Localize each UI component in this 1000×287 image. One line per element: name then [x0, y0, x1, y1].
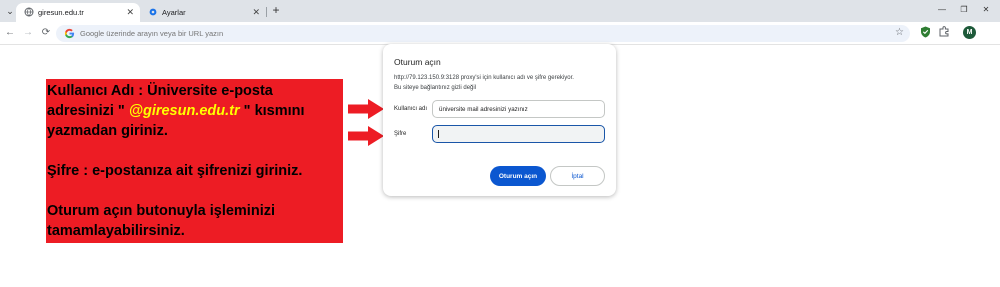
- globe-icon: [24, 7, 34, 17]
- sign-in-button[interactable]: Oturum açın: [490, 166, 546, 186]
- instruction-text: adresinizi ": [47, 103, 129, 119]
- instruction-line: Oturum açın butonuyla işleminizi: [47, 203, 275, 219]
- profile-avatar[interactable]: M: [963, 26, 976, 39]
- instruction-line: Şifre : e-postanıza ait şifrenizi girini…: [47, 163, 303, 179]
- proxy-auth-dialog: Oturum açın http://79.123.150.9:3128 pro…: [383, 44, 616, 196]
- tab-settings[interactable]: Ayarlar ✕: [140, 3, 266, 22]
- close-tab-icon[interactable]: ✕: [126, 6, 134, 18]
- privacy-warning: Bu siteye bağlantınız gizli değil: [394, 85, 477, 91]
- proxy-message: http://79.123.150.9:3128 proxy'si için k…: [394, 75, 574, 81]
- toolbar: ← → ⟳ ☆: [0, 22, 1000, 45]
- password-field[interactable]: [432, 125, 605, 143]
- domain-highlight: @giresun.edu.tr: [128, 103, 240, 119]
- bookmark-star-icon[interactable]: ☆: [895, 26, 904, 40]
- window-close-button[interactable]: ✕: [977, 3, 995, 17]
- password-label: Şifre: [394, 131, 407, 137]
- instruction-line: adresinizi " @giresun.edu.tr " kısmını: [47, 101, 343, 121]
- instructions-box: Kullanıcı Adı : Üniversite e-posta adres…: [46, 79, 343, 243]
- maximize-button[interactable]: ❐: [955, 3, 973, 17]
- instruction-text: " kısmını: [239, 103, 305, 119]
- close-tab-icon[interactable]: ✕: [252, 6, 260, 18]
- instruction-line: yazmadan giriniz.: [47, 123, 168, 139]
- shield-extension-icon[interactable]: [918, 26, 932, 40]
- dialog-title: Oturum açın: [394, 57, 441, 67]
- username-label: Kullanıcı adı: [394, 106, 428, 112]
- username-field[interactable]: [432, 100, 605, 118]
- tab-title: Ayarlar: [162, 8, 186, 17]
- minimize-button[interactable]: —: [933, 3, 951, 17]
- tab-title: giresun.edu.tr: [38, 8, 84, 17]
- google-icon: [64, 28, 75, 39]
- tab-giresun[interactable]: giresun.edu.tr ✕: [16, 3, 140, 22]
- forward-button[interactable]: →: [21, 26, 35, 40]
- new-tab-button[interactable]: +: [269, 3, 283, 17]
- cancel-button[interactable]: İptal: [550, 166, 605, 186]
- back-button[interactable]: ←: [3, 26, 17, 40]
- dialog-message: http://79.123.150.9:3128 proxy'si için k…: [394, 73, 609, 93]
- extensions-puzzle-icon[interactable]: [937, 26, 951, 40]
- tab-divider: [266, 7, 267, 17]
- text-caret: [438, 130, 439, 138]
- gear-icon: [149, 8, 157, 16]
- instruction-line: Kullanıcı Adı : Üniversite e-posta: [47, 83, 273, 99]
- reload-button[interactable]: ⟳: [39, 26, 53, 40]
- address-bar[interactable]: ☆: [56, 25, 910, 42]
- instruction-line: tamamlayabilirsiniz.: [47, 223, 185, 239]
- tab-strip: ⌄ giresun.edu.tr ✕ Ayarlar ✕ + — ❐ ✕: [0, 0, 1000, 22]
- puzzle-icon: [939, 26, 948, 37]
- arrow-right-icon: [348, 99, 384, 119]
- shield-icon: [920, 26, 930, 38]
- tab-search-icon[interactable]: ⌄: [3, 4, 17, 18]
- arrow-right-icon: [348, 126, 384, 146]
- omnibox-input[interactable]: [80, 26, 860, 40]
